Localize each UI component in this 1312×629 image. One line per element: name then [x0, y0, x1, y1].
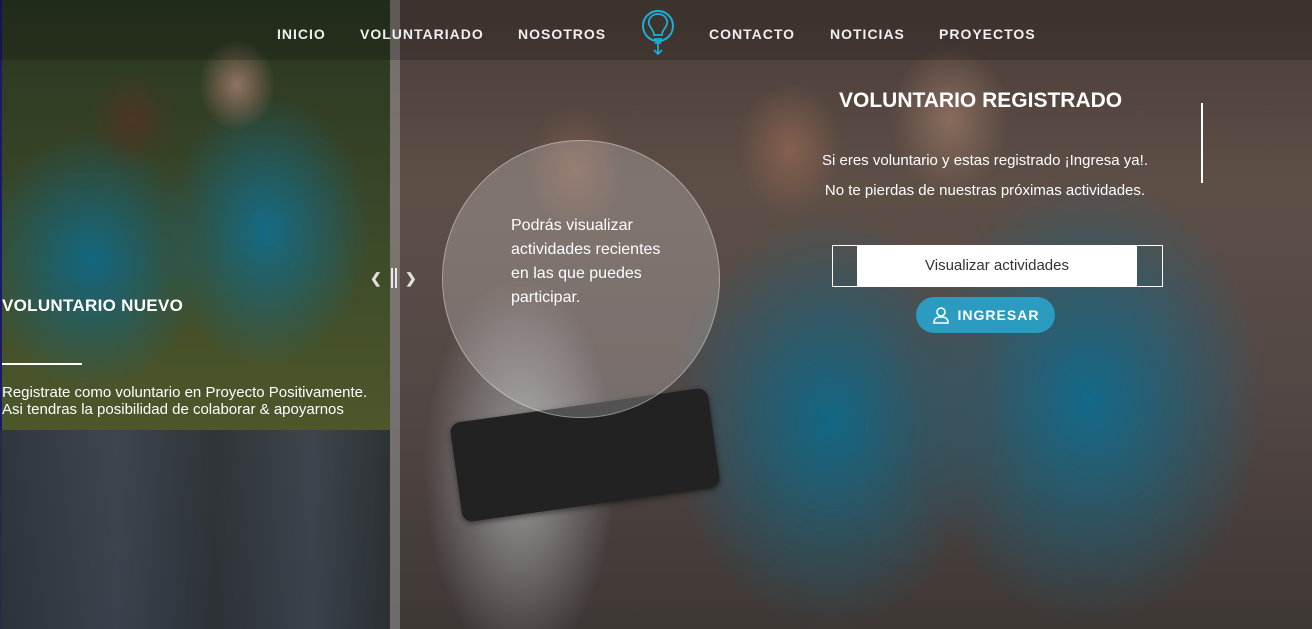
view-activities-box: Visualizar actividades	[832, 245, 1163, 287]
nav-item-noticias[interactable]: NOTICIAS	[830, 26, 905, 42]
view-activities-button[interactable]: Visualizar actividades	[857, 246, 1137, 286]
new-volunteer-description: Registrate como voluntario en Proyecto P…	[2, 384, 387, 418]
left-image-detail	[0, 430, 390, 629]
chevron-left-icon[interactable]: ❮	[370, 270, 382, 287]
nav-item-inicio[interactable]: INICIO	[277, 26, 326, 42]
nav-item-proyectos[interactable]: PROYECTOS	[939, 26, 1036, 42]
chevron-right-icon[interactable]: ❯	[405, 270, 417, 287]
slider-handle[interactable]	[391, 268, 397, 288]
slider-divider[interactable]	[390, 0, 400, 629]
login-button[interactable]: INGRESAR	[916, 297, 1055, 333]
nav-item-voluntariado[interactable]: VOLUNTARIADO	[360, 26, 484, 42]
nav-item-nosotros[interactable]: NOSOTROS	[518, 26, 606, 42]
registered-volunteer-title: VOLUNTARIO REGISTRADO	[839, 89, 1123, 112]
info-circle-text: Podrás visualizar actividades recientes …	[511, 217, 661, 306]
user-icon	[932, 307, 949, 324]
left-title-rule	[2, 363, 82, 365]
registered-volunteer-desc-line1: Si eres voluntario y estas registrado ¡I…	[822, 152, 1148, 169]
registered-volunteer-desc-line2: No te pierdas de nuestras próximas activ…	[824, 182, 1146, 199]
new-volunteer-desc-line1: Registrate como voluntario en Proyecto P…	[2, 384, 368, 401]
nav-item-contacto[interactable]: CONTACTO	[709, 26, 795, 42]
lightbulb-logo-icon[interactable]	[640, 8, 676, 56]
top-navigation: INICIO VOLUNTARIADO NOSOTROS CONTACTO NO…	[0, 0, 1312, 60]
login-button-label: INGRESAR	[957, 307, 1040, 323]
new-volunteer-title: VOLUNTARIO NUEVO	[2, 296, 184, 315]
right-title-rule	[1201, 103, 1203, 183]
registered-volunteer-description: Si eres voluntario y estas registrado ¡I…	[800, 146, 1170, 206]
new-volunteer-desc-line2: Asi tendras la posibilidad de colaborar …	[2, 401, 344, 418]
